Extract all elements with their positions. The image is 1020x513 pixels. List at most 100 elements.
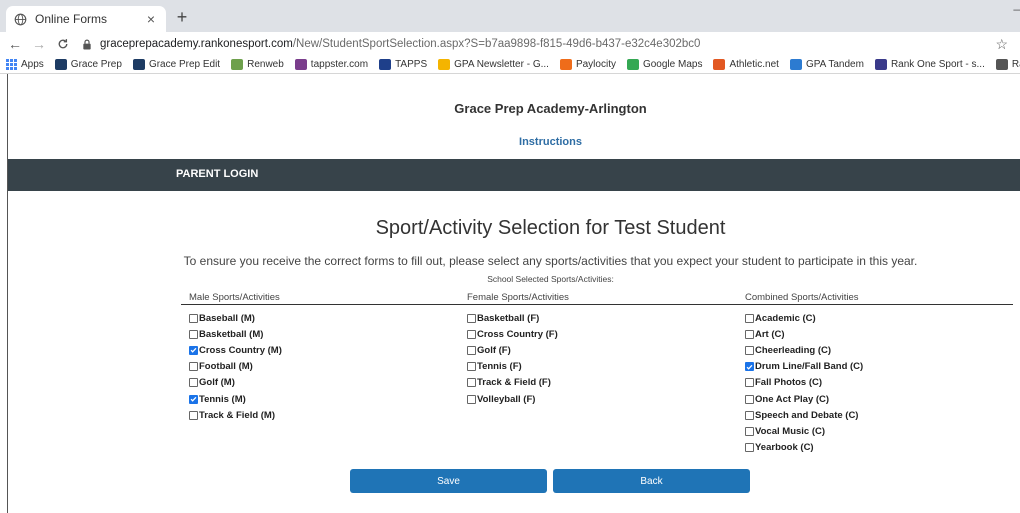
sport-label: Art (C) [755,328,785,340]
sport-option[interactable]: Art (C) [745,326,863,342]
sport-option[interactable]: Yearbook (C) [745,440,863,456]
browser-tabstrip: Online Forms × + – [0,0,1020,32]
sport-checkbox[interactable] [745,426,754,436]
sport-option[interactable]: Basketball (F) [467,310,558,326]
close-tab-icon[interactable]: × [144,11,158,27]
sport-label: Tennis (F) [477,361,522,373]
bookmark-star-icon[interactable]: ☆ [995,36,1008,53]
bookmark-item[interactable]: Grace Prep Edit [132,59,221,70]
bookmarks-bar: Apps Grace Prep Grace Prep Edit Renweb tapps… [0,56,1020,74]
sport-label: One Act Play (C) [755,393,830,405]
sport-option[interactable]: Vocal Music (C) [745,423,863,439]
page-title: Sport/Activity Selection for Test Studen… [375,217,726,239]
forward-arrow-icon[interactable]: → [30,35,48,53]
bookmark-item[interactable]: Rank One Sport - s... [874,59,985,70]
bookmark-item[interactable]: Athletic.net [713,59,779,70]
bookmark-item[interactable]: Paylocity [559,59,616,70]
sport-option[interactable]: Football (M) [189,359,282,375]
sport-option[interactable]: Volleyball (F) [467,391,558,407]
sport-label: Academic (C) [755,312,816,324]
sport-checkbox[interactable] [745,313,754,323]
sport-option[interactable]: Track & Field (M) [189,407,282,423]
reload-icon[interactable] [54,35,72,53]
browser-tab[interactable]: Online Forms × [6,6,166,32]
sport-option[interactable]: Baseball (M) [189,310,282,326]
female-sports-list: Basketball (F) Cross Country (F) Golf (F) T… [467,310,558,407]
back-button[interactable]: Back [553,469,750,493]
bookmark-label: Google Maps [642,59,703,70]
bookmark-label: Renweb [247,59,284,70]
sport-checkbox[interactable] [467,329,476,339]
sport-checkbox[interactable] [745,410,754,420]
bookmark-item[interactable]: Renweb [231,59,284,70]
sport-option[interactable]: Fall Photos (C) [745,375,863,391]
back-arrow-icon[interactable]: ← [6,35,24,53]
bookmark-item[interactable]: Google Maps [626,59,703,70]
sport-option[interactable]: Track & Field (F) [467,375,558,391]
sport-option[interactable]: Academic (C) [745,310,863,326]
address-bar[interactable]: graceprepacademy.rankonesport.com/New/St… [78,34,987,54]
instructions-link[interactable]: Instructions [8,136,1020,148]
sport-option[interactable]: One Act Play (C) [745,391,863,407]
sport-label: Cross Country (M) [199,344,282,356]
sport-checkbox[interactable] [745,378,754,388]
grace-prep-icon [54,59,67,70]
parent-login-label[interactable]: PARENT LOGIN [176,168,258,180]
bookmark-item[interactable]: TAPPS [379,59,427,70]
tandem-icon [789,59,802,70]
sport-option[interactable]: Tennis (M) [189,391,282,407]
sport-option[interactable]: Drum Line/Fall Band (C) [745,359,863,375]
male-sports-list: Baseball (M) Basketball (M) Cross Country … [189,310,282,423]
sport-checkbox[interactable] [189,410,198,420]
sport-checkbox[interactable] [467,345,476,355]
paylocity-icon [559,59,572,70]
sport-checkbox[interactable] [189,329,198,339]
parent-login-bar: PARENT LOGIN [8,159,1020,191]
bookmark-item[interactable]: Apps [6,59,44,70]
sport-checkbox[interactable] [745,362,754,372]
url-host: graceprepacademy.rankonesport.com [100,38,293,50]
tapps-icon [379,59,392,70]
sport-checkbox[interactable] [745,329,754,339]
sport-checkbox[interactable] [189,313,198,323]
checkmark-icon [746,364,753,370]
bookmark-item[interactable]: Grace Prep [54,59,122,70]
sport-checkbox[interactable] [189,362,198,372]
sport-option[interactable]: Cheerleading (C) [745,342,863,358]
sport-option[interactable]: Cross Country (F) [467,326,558,342]
sport-checkbox[interactable] [189,378,198,388]
sport-label: Golf (F) [477,344,511,356]
combined-sports-list: Academic (C) Art (C) Cheerleading (C) Drum … [745,310,863,456]
checkmark-icon [190,396,197,402]
school-selected-label: School Selected Sports/Activities: [487,274,614,284]
bookmark-item[interactable]: RankOne-Parents [995,59,1020,70]
sport-label: Yearbook (C) [755,442,814,454]
bookmark-label: GPA Newsletter - G... [454,59,549,70]
sport-checkbox[interactable] [189,345,198,355]
sport-checkbox[interactable] [467,313,476,323]
bookmark-item[interactable]: GPA Newsletter - G... [438,59,549,70]
sport-checkbox[interactable] [467,378,476,388]
sport-checkbox[interactable] [189,394,198,404]
sport-checkbox[interactable] [745,345,754,355]
sport-option[interactable]: Basketball (M) [189,326,282,342]
sport-checkbox[interactable] [745,443,754,453]
sport-checkbox[interactable] [467,362,476,372]
sport-label: Golf (M) [199,377,235,389]
bookmark-item[interactable]: GPA Tandem [789,59,864,70]
bookmark-label: Grace Prep Edit [148,59,221,70]
sport-option[interactable]: Speech and Debate (C) [745,407,863,423]
sport-option[interactable]: Cross Country (M) [189,342,282,358]
new-tab-button[interactable]: + [172,6,192,28]
sport-label: Football (M) [199,361,253,373]
save-button[interactable]: Save [350,469,547,493]
sport-checkbox[interactable] [745,394,754,404]
bookmark-item[interactable]: tappster.com [294,59,368,70]
bookmark-label: Apps [21,59,44,70]
sport-checkbox[interactable] [467,394,476,404]
sport-option[interactable]: Golf (F) [467,342,558,358]
sport-option[interactable]: Tennis (F) [467,359,558,375]
sport-option[interactable]: Golf (M) [189,375,282,391]
tab-title: Online Forms [35,12,108,26]
sport-label: Tennis (M) [199,393,246,405]
